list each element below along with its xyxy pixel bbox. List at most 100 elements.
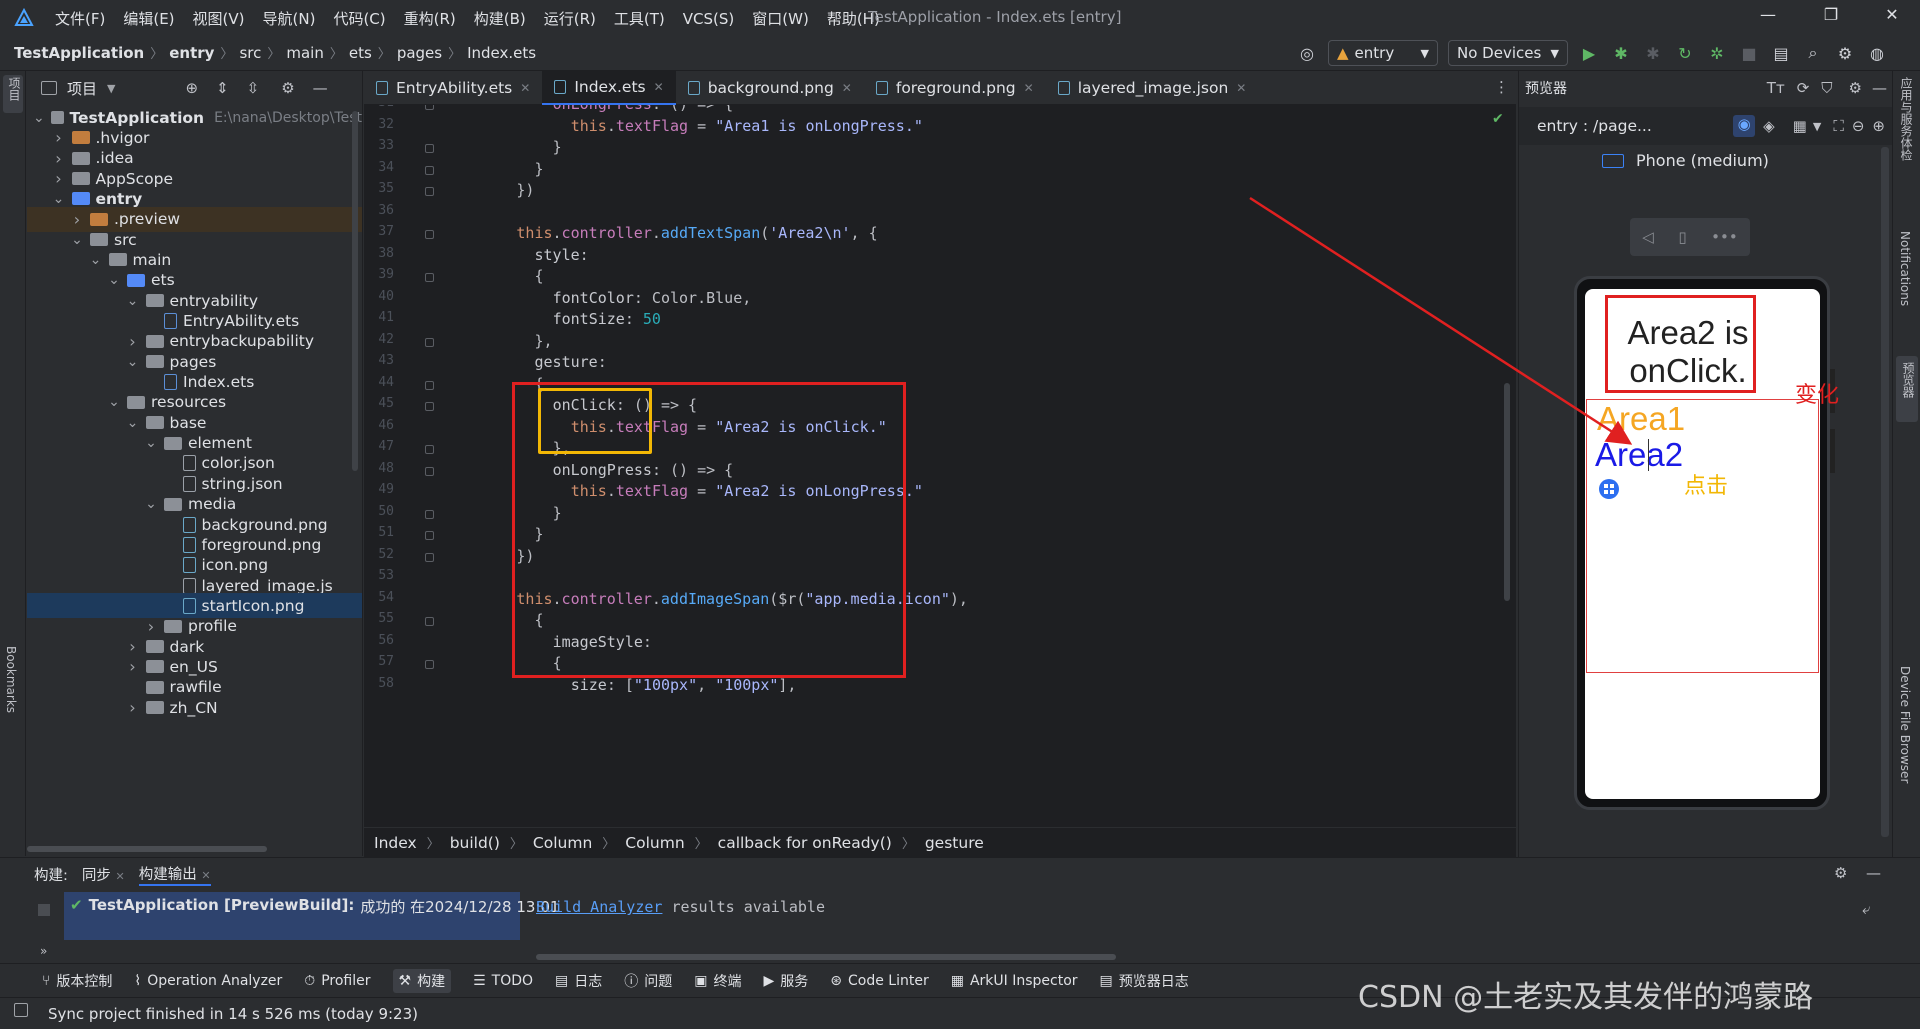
area2-span[interactable]: Area2 — [1595, 435, 1683, 475]
inspection-ok-icon[interactable]: ✔ — [1492, 111, 1504, 127]
locate-icon[interactable]: ⊕ — [185, 79, 198, 97]
fold-marker-icon[interactable] — [425, 531, 434, 540]
reload-icon[interactable]: ↻ — [1674, 42, 1696, 64]
menu-item[interactable]: VCS(S) — [683, 10, 734, 28]
bottom-tool-button[interactable]: ▣ 终端 — [694, 971, 741, 991]
device-file-browser-tool-button[interactable]: Device File Browser — [1898, 666, 1912, 787]
tab-sync[interactable]: 同步 ✕ — [82, 864, 125, 885]
previewer-tool-button[interactable]: 预览器 — [1896, 356, 1918, 422]
breadcrumb-item[interactable]: entry — [169, 44, 214, 62]
project-tool-button[interactable]: 项目 — [3, 75, 23, 113]
breadcrumb-item[interactable]: src — [239, 44, 261, 62]
chevron-down-icon[interactable]: ▼ — [107, 82, 115, 95]
editor-tab[interactable]: background.png ✕ — [676, 71, 864, 105]
gear-icon[interactable]: ⚙ — [1834, 864, 1847, 882]
code-breadcrumb-item[interactable]: build() — [450, 834, 500, 852]
fold-marker-icon[interactable] — [425, 466, 434, 476]
filter-icon[interactable]: ⛉ — [1821, 79, 1832, 97]
fold-marker-icon[interactable] — [425, 617, 434, 626]
chevron-down-icon[interactable]: ⌄ — [52, 191, 66, 207]
search-icon[interactable]: ⌕ — [1802, 42, 1824, 64]
chevron-right-icon[interactable]: › — [126, 637, 140, 656]
stop-build-icon[interactable] — [38, 904, 50, 916]
inspector-icon[interactable]: ◉ — [1733, 115, 1756, 137]
fold-marker-icon[interactable] — [425, 660, 434, 669]
breadcrumb-item[interactable]: pages — [397, 44, 442, 62]
bottom-tool-button[interactable]: ⚒ 构建 — [392, 968, 452, 993]
more-tabs-icon[interactable]: ⋮ — [1494, 78, 1509, 96]
fold-marker-icon[interactable] — [425, 273, 434, 282]
editor-tab[interactable]: foreground.png ✕ — [864, 71, 1046, 105]
wrap-icon[interactable]: ⤶ — [1862, 900, 1870, 918]
build-entry[interactable]: ✔ TestApplication [PreviewBuild]: 成功的 在2… — [64, 892, 560, 940]
module-select[interactable]: ▲ entry ▼ — [1328, 40, 1438, 66]
menu-item[interactable]: 构建(B) — [474, 8, 526, 29]
refresh-icon[interactable]: ⟳ — [1797, 79, 1810, 97]
chevron-down-icon[interactable]: ⌄ — [144, 496, 158, 512]
fold-marker-icon[interactable] — [425, 187, 434, 196]
expand-icon[interactable]: » — [40, 944, 47, 958]
bottom-tool-button[interactable]: ▶ 服务 — [763, 971, 808, 991]
fold-marker-icon[interactable] — [425, 144, 434, 153]
project-view-select[interactable]: 项目 — [67, 78, 97, 99]
breadcrumb-item[interactable]: Index.ets — [467, 44, 536, 62]
chevron-right-icon[interactable]: › — [144, 617, 158, 636]
zoom-out-icon[interactable]: ⊖ — [1852, 117, 1865, 135]
code-breadcrumb-item[interactable]: Column — [533, 834, 592, 852]
attach-debugger-icon[interactable]: ✱ — [1642, 42, 1664, 64]
preview-scrollbar[interactable] — [1881, 147, 1889, 837]
user-icon[interactable]: ◍ — [1866, 42, 1888, 64]
breadcrumb-item[interactable]: ets — [349, 44, 372, 62]
fold-marker-icon[interactable] — [425, 230, 434, 239]
chevron-down-icon[interactable]: ▼ — [1813, 120, 1821, 133]
editor-vertical-scrollbar[interactable] — [1504, 383, 1510, 601]
fold-marker-icon[interactable] — [425, 445, 434, 454]
editor-tab[interactable]: Index.ets ✕ — [542, 70, 676, 105]
close-icon[interactable]: ✕ — [201, 869, 210, 882]
close-icon[interactable]: ✕ — [1024, 81, 1034, 95]
breadcrumb-item[interactable]: TestApplication — [14, 44, 144, 62]
close-icon[interactable]: ✕ — [1236, 81, 1246, 95]
gear-icon[interactable]: ⚙ — [1849, 79, 1862, 97]
bottom-tool-button[interactable]: ⌇ Operation Analyzer — [134, 973, 282, 989]
hide-icon[interactable]: — — [313, 79, 328, 97]
build-analyzer-link[interactable]: Build Analyzer — [536, 898, 662, 916]
tab-build-output[interactable]: 构建输出 ✕ — [138, 863, 211, 886]
bottom-tool-button[interactable]: ▦ ArkUI Inspector — [951, 973, 1078, 989]
chevron-right-icon[interactable]: › — [126, 698, 140, 717]
area1-span[interactable]: Area1 — [1597, 399, 1685, 439]
bottom-tool-button[interactable]: ⏱ Profiler — [304, 973, 370, 989]
bottom-tool-button[interactable]: ⑂ 版本控制 — [42, 971, 112, 991]
close-icon[interactable]: ✕ — [1880, 5, 1904, 29]
chevron-down-icon[interactable]: ⌄ — [126, 415, 140, 431]
settings-icon[interactable]: ⚙ — [1834, 42, 1856, 64]
code-breadcrumb-item[interactable]: Index — [374, 834, 417, 852]
menu-item[interactable]: 编辑(E) — [123, 8, 174, 29]
chevron-right-icon[interactable]: › — [52, 149, 66, 168]
collapse-all-icon[interactable]: ⇳ — [247, 79, 260, 97]
code-editor[interactable]: 31 32 33 34 35 36 37 38 39 40 41 42 43 44 45 46 47 48 49 50… — [364, 105, 1516, 827]
close-icon[interactable]: ✕ — [842, 81, 852, 95]
hide-icon[interactable]: — — [1866, 864, 1881, 882]
page-path[interactable]: entry : /page... — [1537, 117, 1652, 135]
chevron-down-icon[interactable]: ⌄ — [107, 394, 121, 410]
bottom-tool-button[interactable]: ⊛ Code Linter — [830, 973, 928, 989]
device-select[interactable]: No Devices ▼ — [1448, 40, 1568, 66]
chevron-down-icon[interactable]: ⌄ — [126, 354, 140, 370]
run-icon[interactable]: ▶ — [1578, 42, 1600, 64]
font-size-icon[interactable]: Tт — [1767, 79, 1785, 97]
notifications-tool-button[interactable]: Notifications — [1898, 231, 1912, 310]
bottom-tool-button[interactable]: ▤ 日志 — [555, 971, 602, 991]
restore-icon[interactable]: ❐ — [1819, 5, 1843, 29]
bottom-tool-button[interactable]: ☰ TODO — [473, 973, 533, 989]
fit-icon[interactable]: ⛶ — [1833, 117, 1844, 135]
breadcrumb-item[interactable]: main — [286, 44, 323, 62]
chevron-right-icon[interactable]: › — [52, 128, 66, 147]
close-icon[interactable]: ✕ — [654, 80, 664, 94]
tree-item[interactable]: › zh_CN — [27, 695, 362, 720]
zoom-in-icon[interactable]: ⊕ — [1872, 117, 1885, 135]
debug-icon[interactable]: ✱ — [1610, 42, 1632, 64]
tree-vertical-scrollbar[interactable] — [352, 111, 358, 471]
chevron-down-icon[interactable]: ⌄ — [126, 293, 140, 309]
bookmarks-tool-button[interactable]: Bookmarks — [4, 646, 18, 717]
